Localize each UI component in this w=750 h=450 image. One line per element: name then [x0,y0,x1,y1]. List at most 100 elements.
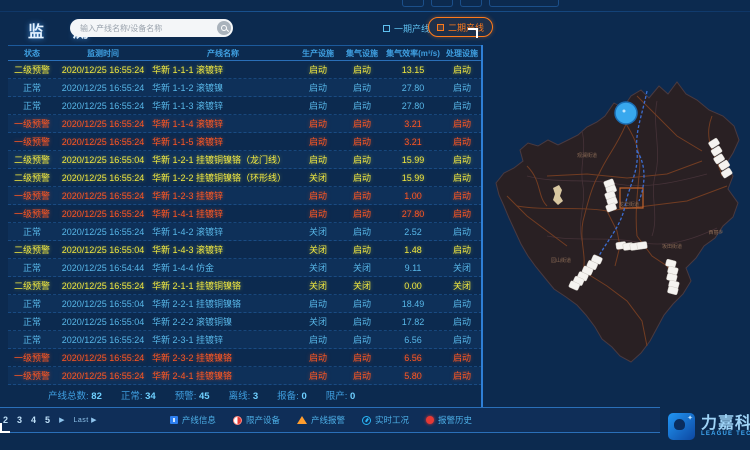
table-row[interactable]: 二级预警2020/12/25 16:55:04华新 1-4-3 滚镀锌关闭启动1… [8,241,482,259]
table-right-border [481,45,483,407]
cell-name: 华新 1-4-1 挂镀锌 [150,207,296,220]
table-row[interactable]: 一级预警2020/12/25 16:55:24华新 2-3-2 挂镀镍铬启动启动… [8,349,482,367]
checkbox-checked-icon [437,24,444,31]
summary-item: 产线总数: 82 [48,388,102,402]
cell-name: 华新 1-1-3 滚镀锌 [150,99,296,112]
cell-production: 启动 [296,189,340,202]
cell-name: 华新 1-1-4 滚镀锌 [150,117,296,130]
logo-name-cn: 力嘉科技 [701,416,750,431]
cell-production: 关闭 [296,243,340,256]
info-square-icon [170,416,178,424]
cell-efficiency: 27.80 [384,209,442,219]
cell-gas: 启动 [340,225,384,238]
cell-gas: 启动 [340,63,384,76]
table-row[interactable]: 正常2020/12/25 16:55:24华新 2-3-1 挂镀锌启动启动6.5… [8,331,482,349]
search-button[interactable] [217,21,231,35]
map-area-label: 观澜街道 [577,152,597,159]
table-row[interactable]: 正常2020/12/25 16:55:24华新 1-4-2 滚镀锌关闭启动2.5… [8,223,482,241]
selection-corner-bracket [468,28,478,38]
monitor-table: 状态监测时间产线名称生产设施集气设施集气效率(m³/s)处理设施 二级预警202… [8,45,482,385]
table-row[interactable]: 正常2020/12/25 16:55:04华新 2-2-2 滚镀铜镍关闭启动17… [8,313,482,331]
page-button[interactable]: 4 [31,415,36,425]
brand-logo: 力嘉科技 LEAGUE TECH [668,406,750,446]
cell-gas: 启动 [340,243,384,256]
cell-gas: 启动 [340,333,384,346]
cell-production: 关闭 [296,261,340,274]
cell-name: 华新 2-2-2 滚镀铜镍 [150,315,296,328]
cell-status: 正常 [8,99,56,112]
summary-item: 限产: 0 [326,388,356,402]
bottom-left-corner-bracket [0,423,10,433]
table-row[interactable]: 二级预警2020/12/25 16:55:24华新 1-2-2 挂镀铜镍铬（环形… [8,169,482,187]
red-dot-icon [426,416,434,424]
cell-gas: 启动 [340,351,384,364]
cell-production: 启动 [296,333,340,346]
cell-treatment: 启动 [442,369,482,382]
table-row[interactable]: 正常2020/12/25 16:55:24华新 1-1-2 滚镀镍启动启动27.… [8,79,482,97]
table-row[interactable]: 一级预警2020/12/25 16:55:24华新 1-1-5 滚镀锌启动启动3… [8,133,482,151]
next-page-button[interactable]: ▶ [59,416,64,424]
search-input[interactable] [70,24,217,33]
cell-treatment: 启动 [442,189,482,202]
search-icon [221,25,227,31]
district-map[interactable]: 观澜街道龙华街道坂田街道园山街道西丽乡 [487,56,749,400]
table-row[interactable]: 正常2020/12/25 16:54:44华新 1-4-4 仿金关闭关闭9.11… [8,259,482,277]
cell-time: 2020/12/25 16:55:24 [56,227,150,237]
cell-status: 正常 [8,225,56,238]
cell-treatment: 启动 [442,351,482,364]
table-row[interactable]: 正常2020/12/25 16:55:04华新 2-2-1 挂镀铜镍铬启动启动1… [8,295,482,313]
table-row[interactable]: 二级预警2020/12/25 16:55:24华新 1-1-1 滚镀锌启动启动1… [8,61,482,79]
map-cluster-marker[interactable] [615,102,637,124]
cell-status: 二级预警 [8,279,56,292]
cell-name: 华新 2-2-1 挂镀铜镍铬 [150,297,296,310]
cell-production: 启动 [296,351,340,364]
phase2-filter-button[interactable]: 二期产线 [428,17,493,37]
cell-status: 一级预警 [8,135,56,148]
cell-efficiency: 15.99 [384,155,442,165]
legend-alarm-history-button[interactable]: 报警历史 [426,414,472,426]
cell-treatment: 启动 [442,117,482,130]
table-row[interactable]: 二级预警2020/12/25 16:55:04华新 1-2-1 挂镀铜镍铬（龙门… [8,151,482,169]
cell-time: 2020/12/25 16:55:04 [56,299,150,309]
last-page-button[interactable]: Last ▶ [73,416,97,424]
cell-treatment: 启动 [442,81,482,94]
table-row[interactable]: 一级预警2020/12/25 16:55:24华新 1-1-4 滚镀锌启动启动3… [8,115,482,133]
cell-name: 华新 1-2-1 挂镀铜镍铬（龙门线） [150,153,296,166]
cell-treatment: 关闭 [442,261,482,274]
table-row[interactable]: 二级预警2020/12/25 16:55:24华新 2-1-1 挂镀铜镍铬关闭关… [8,277,482,295]
legend-label: 产线信息 [182,414,216,426]
cell-time: 2020/12/25 16:55:04 [56,155,150,165]
summary-item: 报备: 0 [277,388,307,402]
table-row[interactable]: 一级预警2020/12/25 16:55:24华新 1-4-1 挂镀锌启动启动2… [8,205,482,223]
cell-production: 启动 [296,99,340,112]
legend-realtime-status-button[interactable]: 实时工况 [362,414,409,426]
cell-status: 一级预警 [8,189,56,202]
top-tab-shape [431,0,453,7]
page-button[interactable]: 5 [45,415,50,425]
cell-time: 2020/12/25 16:55:24 [56,353,150,363]
legend-line-info-button[interactable]: 产线信息 [170,414,216,426]
cell-status: 一级预警 [8,117,56,130]
cell-name: 华新 1-2-2 挂镀铜镍铬（环形线） [150,171,296,184]
phase1-filter-checkbox[interactable]: 一期产线 [383,22,430,35]
search-box[interactable] [70,19,233,37]
table-row[interactable]: 一级预警2020/12/25 16:55:24华新 2-4-1 挂镀镍铬启动启动… [8,367,482,385]
cell-gas: 启动 [340,153,384,166]
legend-line-alarm-button[interactable]: 产线报警 [297,414,345,426]
table-row[interactable]: 一级预警2020/12/25 16:55:24华新 1-2-3 挂镀锌启动启动1… [8,187,482,205]
column-header: 处理设施 [442,48,482,59]
table-row[interactable]: 正常2020/12/25 16:55:24华新 1-1-3 滚镀锌启动启动27.… [8,97,482,115]
column-header: 集气效率(m³/s) [384,48,442,59]
logo-icon [668,413,695,440]
cell-name: 华新 2-3-1 挂镀锌 [150,333,296,346]
page-button[interactable]: 3 [17,415,22,425]
cell-efficiency: 18.49 [384,299,442,309]
cell-time: 2020/12/25 16:55:04 [56,317,150,327]
cell-name: 华新 1-2-3 挂镀锌 [150,189,296,202]
legend-limited-device-button[interactable]: 限产设备 [233,414,280,426]
cell-name: 华新 1-4-3 滚镀锌 [150,243,296,256]
cell-efficiency: 3.21 [384,137,442,147]
column-header: 产线名称 [150,48,296,59]
cell-efficiency: 27.80 [384,83,442,93]
cell-treatment: 启动 [442,315,482,328]
